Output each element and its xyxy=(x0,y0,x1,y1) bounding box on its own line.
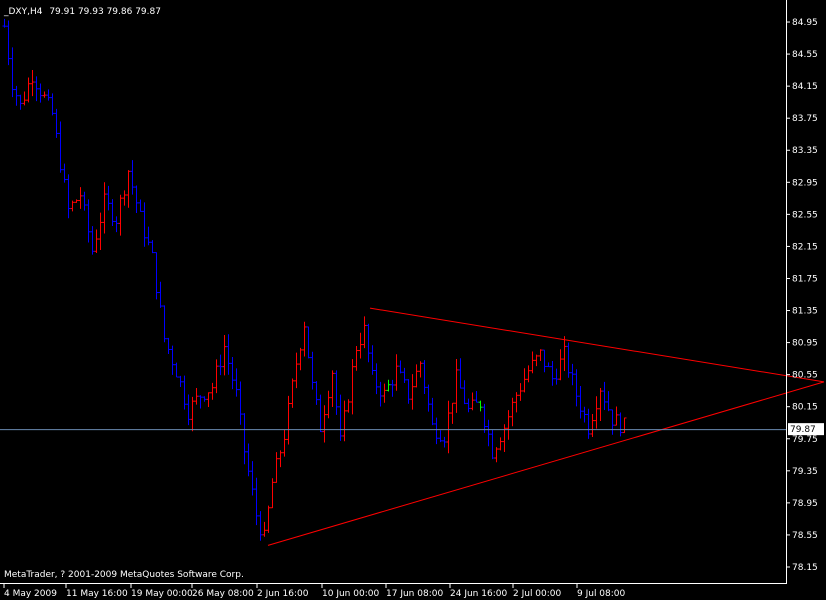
time-tick-label: 17 Jun 08:00 xyxy=(386,589,443,599)
price-tick-label: 84.15 xyxy=(792,82,818,92)
time-tick-label: 26 May 08:00 xyxy=(192,589,254,599)
time-tick-label: 24 Jun 16:00 xyxy=(450,589,507,599)
time-tick-label: 2 Jun 16:00 xyxy=(257,589,309,599)
symbol-timeframe: _DXY,H4 xyxy=(3,7,43,17)
chart-header: _DXY,H4 79.91 79.93 79.86 79.87 xyxy=(3,7,161,17)
ohlc-values: 79.91 79.93 79.86 79.87 xyxy=(49,7,161,17)
price-tick-label: 82.15 xyxy=(792,242,818,252)
price-tick-label: 83.35 xyxy=(792,146,818,156)
time-tick-label: 4 May 2009 xyxy=(4,589,57,599)
price-tick-label: 78.95 xyxy=(792,499,818,509)
time-tick-label: 11 May 16:00 xyxy=(66,589,128,599)
price-tick-label: 83.75 xyxy=(792,114,818,124)
current-price-marker: 79.87 xyxy=(788,423,824,436)
price-chart: 84.95 84.55 84.15 83.75 83.35 82.95 82.55 82.15… xyxy=(0,0,826,600)
time-tick-label: 10 Jun 00:00 xyxy=(322,589,379,599)
price-tick-label: 84.55 xyxy=(792,50,818,60)
price-tick-label: 80.95 xyxy=(792,339,818,349)
price-tick-label: 82.55 xyxy=(792,210,818,220)
price-tick-label: 84.95 xyxy=(792,18,818,28)
copyright-text: MetaTrader, ? 2001-2009 MetaQuotes Softw… xyxy=(4,570,244,580)
price-tick-label: 81.75 xyxy=(792,274,818,284)
price-tick-label: 82.95 xyxy=(792,178,818,188)
price-tick-label: 79.75 xyxy=(792,435,818,445)
time-tick-label: 2 Jul 00:00 xyxy=(513,589,562,599)
chart-background xyxy=(0,0,826,600)
time-tick-label: 9 Jul 08:00 xyxy=(577,589,626,599)
price-tick-label: 80.15 xyxy=(792,403,818,413)
price-tick-label: 78.15 xyxy=(792,563,818,573)
price-tick-label: 80.55 xyxy=(792,371,818,381)
time-tick-label: 19 May 00:00 xyxy=(131,589,193,599)
price-tick-label: 79.35 xyxy=(792,467,818,477)
current-price-label: 79.87 xyxy=(790,425,816,435)
price-tick-label: 81.35 xyxy=(792,307,818,317)
price-tick-label: 78.55 xyxy=(792,531,818,541)
